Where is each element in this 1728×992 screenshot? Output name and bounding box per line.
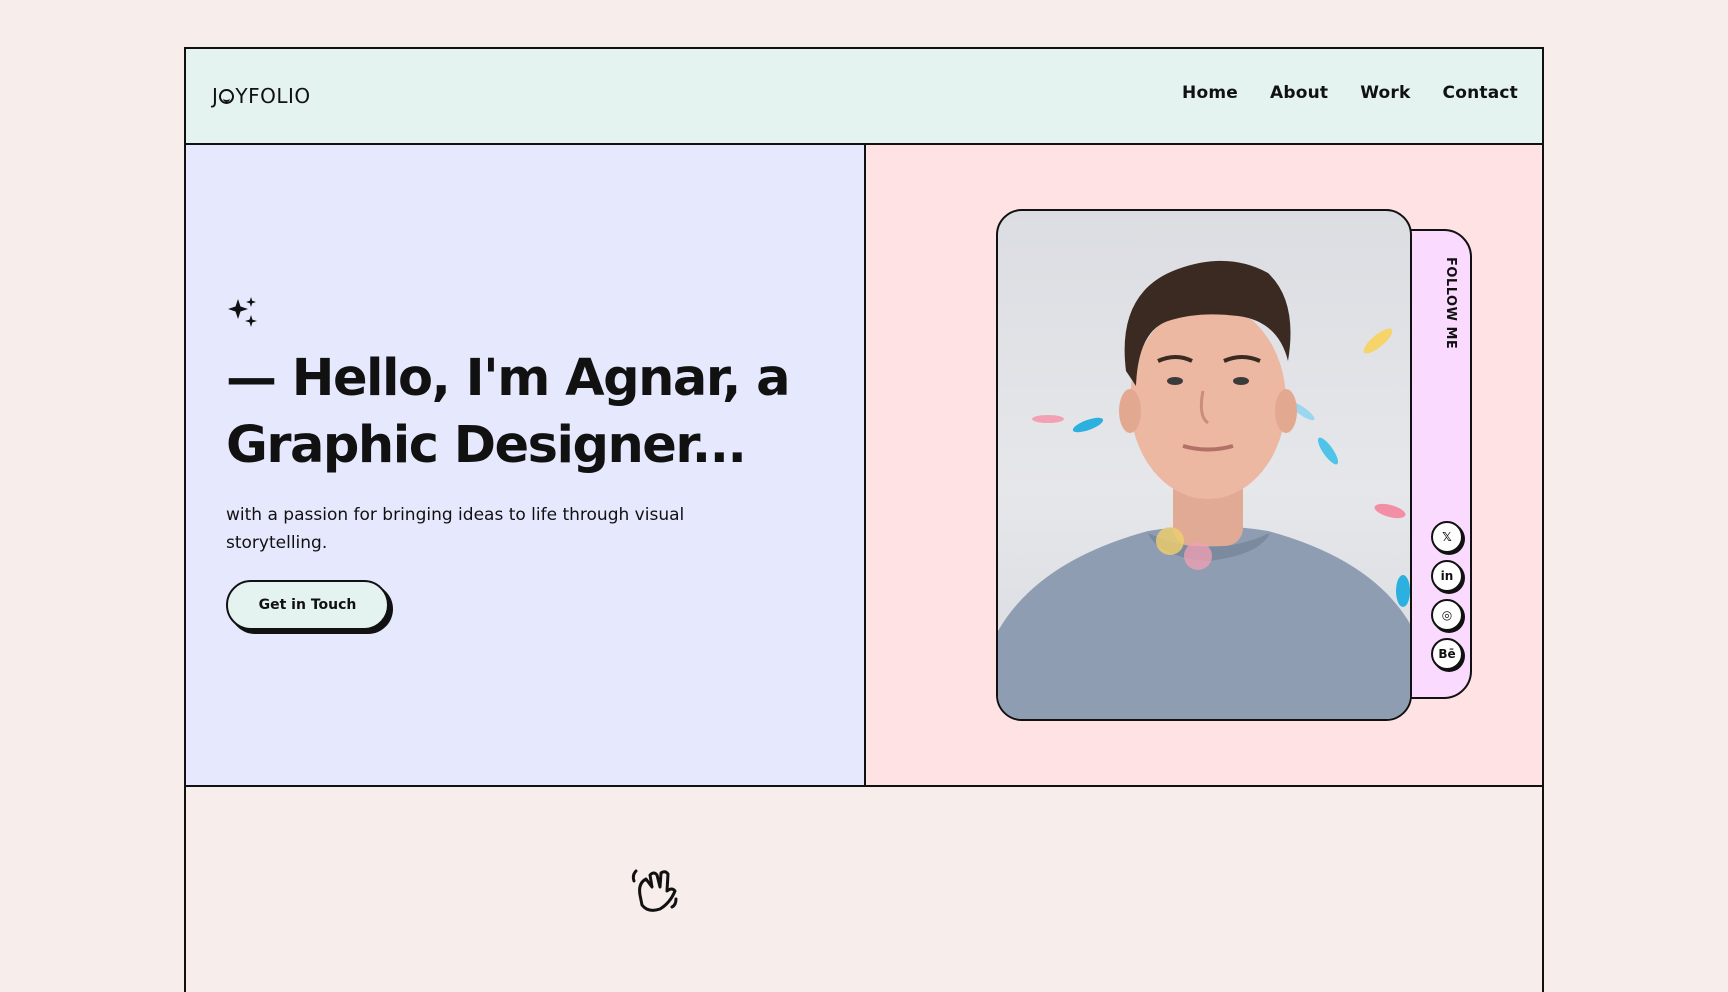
follow-me-label: FOLLOW ME [1443, 257, 1458, 350]
headline-line-1: — Hello, I'm Agnar, a [226, 349, 791, 408]
nav-home[interactable]: Home [1182, 83, 1238, 103]
dribbble-icon[interactable]: ◎ [1431, 599, 1463, 631]
behance-icon[interactable]: Bē [1431, 638, 1463, 670]
main-nav: Home About Work Contact [1182, 83, 1518, 103]
profile-photo [996, 209, 1412, 721]
nav-work[interactable]: Work [1360, 83, 1410, 103]
headline-line-2: Graphic Designer... [226, 416, 747, 475]
social-links: 𝕏 in ◎ Bē [1431, 521, 1463, 670]
waving-hand-icon [631, 869, 678, 912]
logo-suffix: YFOLIO [235, 84, 311, 108]
x-icon[interactable]: 𝕏 [1431, 521, 1463, 553]
smiley-icon [219, 88, 235, 104]
hero-headline: — Hello, I'm Agnar, a Graphic Designer..… [226, 345, 846, 479]
get-in-touch-button[interactable]: Get in Touch [226, 580, 389, 630]
nav-contact[interactable]: Contact [1443, 83, 1518, 103]
site-header: J YFOLIO Home About Work Contact [186, 49, 1542, 145]
hero-intro-panel: — Hello, I'm Agnar, a Graphic Designer..… [186, 145, 866, 787]
portrait-illustration [998, 260, 1410, 719]
sparkle-icon [228, 297, 257, 327]
nav-about[interactable]: About [1270, 83, 1328, 103]
logo[interactable]: J YFOLIO [212, 84, 311, 108]
page-frame: J YFOLIO Home About Work Contact — Hello,… [184, 47, 1544, 992]
logo-prefix: J [212, 84, 219, 108]
hero-photo-panel: FOLLOW ME 𝕏 in ◎ Bē [866, 145, 1542, 787]
hero-subtitle: with a passion for bringing ideas to lif… [226, 505, 685, 553]
linkedin-icon[interactable]: in [1431, 560, 1463, 592]
